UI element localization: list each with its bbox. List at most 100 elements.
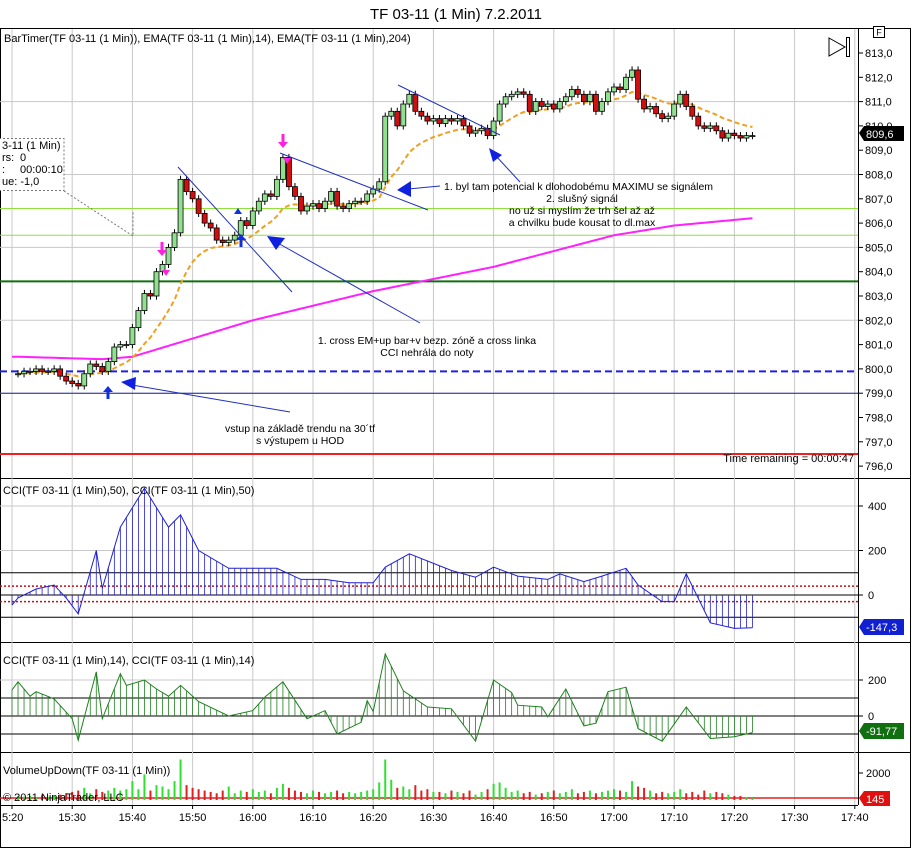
candle-down — [448, 118, 455, 122]
data-box-time-label: : — [2, 164, 5, 176]
candle-up — [364, 193, 371, 202]
candle-down — [689, 106, 696, 117]
candle-up — [322, 200, 328, 209]
ninjatrader-chart-window: TF 03-11 (1 Min) 7.2.2011 813,0 812,0 811,… — [0, 6, 911, 848]
time-tick-label: 15:30 — [58, 812, 86, 824]
annotation-text[interactable]: CCI nehrála do noty — [380, 347, 474, 359]
candle-down — [436, 118, 443, 124]
price-tick-label: 798,0 — [865, 413, 893, 425]
candle-up — [45, 370, 52, 373]
candle-down — [418, 110, 425, 117]
candle-up — [105, 361, 112, 372]
candle-up — [587, 93, 593, 102]
time-tick-label: 17:00 — [600, 812, 628, 824]
candle-down — [93, 363, 100, 367]
candle-down — [641, 98, 647, 110]
annotation-text[interactable]: s výstupem u HOD — [256, 435, 345, 447]
arrow-line[interactable] — [131, 384, 291, 413]
price-tick-label: 800,0 — [865, 364, 893, 376]
last-price-value: 809,6 — [866, 129, 894, 141]
annotation-text[interactable]: 1. cross EM+up bar+v bezp. zóně a cross … — [318, 335, 536, 347]
time-tick-label: 16:40 — [480, 812, 508, 824]
candle-up — [328, 191, 334, 202]
cci50-tick-label: 400 — [868, 501, 886, 513]
annotation-text[interactable]: vstup na základě trendu na 30´tf — [225, 423, 375, 435]
candle-down — [195, 198, 202, 214]
price-tick-label: 804,0 — [865, 267, 893, 279]
candle-down — [147, 293, 154, 297]
candle-up — [249, 210, 256, 226]
price-tick-label: 802,0 — [865, 315, 893, 327]
candle-up — [568, 89, 575, 98]
candle-down — [340, 205, 347, 209]
candle-down — [394, 110, 401, 127]
candle-up — [171, 232, 178, 248]
candle-up — [135, 310, 142, 328]
cci14-tick-label: 200 — [868, 675, 886, 687]
candle-up — [406, 93, 413, 105]
candle-up — [273, 178, 280, 197]
candle-up — [749, 135, 756, 138]
arrow-line[interactable] — [495, 155, 521, 183]
candle-down — [39, 368, 45, 372]
candle-up — [123, 344, 130, 347]
candle-down — [460, 118, 467, 127]
candle-down — [189, 191, 196, 200]
price-tick-label: 812,0 — [865, 72, 893, 84]
annotation-text[interactable]: 1. byl tam potencial k dlohodobému MAXIM… — [444, 181, 713, 193]
candle-down — [719, 130, 726, 139]
gridlines — [0, 29, 858, 805]
signal-markers — [103, 134, 291, 399]
candle-up — [490, 120, 497, 137]
candle-up — [141, 293, 148, 311]
candle-down — [659, 113, 666, 120]
candle-up — [117, 344, 124, 348]
data-box-bars-value: 0 — [20, 152, 26, 164]
cci14-tick-label: 0 — [868, 711, 874, 723]
price-tick-label: 797,0 — [865, 437, 893, 449]
candle-up — [562, 96, 569, 102]
time-tick-label: 17:30 — [781, 812, 809, 824]
candle-down — [292, 186, 298, 197]
candle-up — [388, 110, 395, 117]
candle-up — [430, 118, 437, 122]
cci50-plot — [0, 487, 858, 629]
candle-down — [466, 125, 473, 134]
candle-down — [424, 115, 431, 122]
candle-up — [532, 101, 539, 112]
candle-up — [165, 246, 172, 265]
arrow-head-icon — [121, 377, 136, 390]
candle-down — [653, 106, 660, 115]
candle-down — [63, 375, 70, 382]
data-box-instrument: 3-11 (1 Min) — [2, 140, 60, 152]
candle-down — [334, 191, 340, 207]
candle-up — [225, 239, 232, 243]
arrow-line[interactable] — [275, 241, 421, 324]
annotation-text[interactable]: a chvilku bude kousat to dl.max — [509, 217, 656, 229]
candle-down — [695, 115, 702, 127]
candle-down — [617, 86, 623, 90]
candle-up — [400, 103, 407, 127]
f-button[interactable]: F — [873, 26, 885, 38]
price-tick-label: 803,0 — [865, 291, 893, 303]
candle-up — [376, 181, 383, 190]
candle-up — [310, 203, 316, 207]
drawing-objects — [131, 84, 521, 413]
annotation-text[interactable]: no už si myslím že trh šel až až — [509, 205, 655, 217]
bar-timer-data-box: 3-11 (1 Min) rs: 0 : 00:00:10 ue: -1,0 — [0, 138, 134, 237]
candle-up — [743, 135, 750, 139]
data-box-value: ue: -1,0 — [2, 176, 39, 188]
candle-up — [556, 101, 563, 110]
scroll-to-end-icon[interactable] — [828, 37, 850, 57]
candle-down — [635, 69, 641, 100]
price-tick-label: 809,0 — [865, 145, 893, 157]
candle-down — [412, 93, 419, 112]
candle-up — [496, 103, 503, 122]
annotation-text[interactable]: 2. slušný signál — [546, 193, 618, 205]
candle-up — [605, 91, 611, 102]
data-box-connector — [63, 190, 134, 237]
candle-down — [731, 132, 738, 137]
arrow-line[interactable] — [407, 185, 441, 190]
chart-title: TF 03-11 (1 Min) 7.2.2011 — [370, 6, 542, 23]
cci14-last-value-marker: -91,77 — [859, 723, 904, 739]
